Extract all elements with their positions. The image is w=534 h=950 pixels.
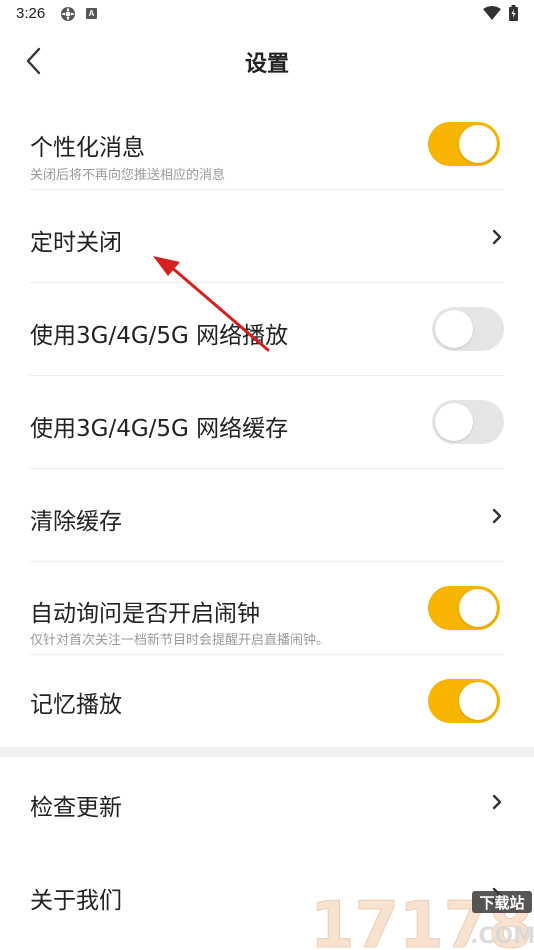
- setting-row-auto-alarm[interactable]: 自动询问是否开启闹钟 仅针对首次关注一档新节目时会提醒开启直播闹钟。: [0, 562, 534, 655]
- setting-label: 个性化消息: [30, 135, 145, 161]
- setting-label: 自动询问是否开启闹钟: [30, 601, 260, 627]
- header: 设置: [0, 30, 534, 94]
- setting-sublabel: 仅针对首次关注一档新节目时会提醒开启直播闹钟。: [30, 633, 330, 648]
- wifi-icon: [483, 6, 501, 20]
- status-bar: 3:26 A: [0, 0, 534, 30]
- battery-icon: [509, 5, 518, 21]
- personalized-message-toggle[interactable]: [428, 122, 500, 166]
- mobile-network-play-toggle[interactable]: [432, 307, 504, 351]
- setting-row-personalized-message[interactable]: 个性化消息 关闭后将不再向您推送相应的消息: [0, 98, 534, 190]
- settings-status-icon: [61, 7, 75, 21]
- setting-row-check-update[interactable]: 检查更新: [0, 757, 534, 850]
- setting-row-resume-playback[interactable]: 记忆播放: [0, 655, 534, 747]
- section-gap: [0, 747, 534, 757]
- svg-text:.COM: .COM: [470, 924, 534, 949]
- setting-sublabel: 关闭后将不再向您推送相应的消息: [30, 168, 226, 183]
- setting-row-clear-cache[interactable]: 清除缓存: [0, 469, 534, 562]
- setting-row-mobile-network-cache[interactable]: 使用3G/4G/5G 网络缓存: [0, 376, 534, 469]
- svg-text:下载站: 下载站: [479, 894, 524, 912]
- setting-row-mobile-network-play[interactable]: 使用3G/4G/5G 网络播放: [0, 283, 534, 376]
- setting-label: 定时关闭: [30, 230, 122, 256]
- setting-label: 关于我们: [30, 888, 122, 914]
- chevron-right-icon: [492, 508, 502, 524]
- setting-label: 使用3G/4G/5G 网络缓存: [30, 416, 289, 442]
- setting-label: 检查更新: [30, 795, 122, 821]
- toggle-knob: [459, 589, 497, 627]
- site-watermark-logo: 17178 下载站 .COM: [310, 889, 534, 950]
- toggle-knob: [435, 310, 473, 348]
- setting-row-timed-close[interactable]: 定时关闭: [0, 190, 534, 283]
- setting-label: 清除缓存: [30, 509, 122, 535]
- toggle-knob: [459, 682, 497, 720]
- setting-label: 记忆播放: [30, 692, 122, 718]
- toggle-knob: [435, 403, 473, 441]
- auto-alarm-toggle[interactable]: [428, 586, 500, 630]
- page-title: 设置: [244, 52, 289, 77]
- setting-label: 使用3G/4G/5G 网络播放: [30, 323, 289, 349]
- chevron-right-icon: [492, 794, 502, 810]
- chevron-right-icon: [492, 229, 502, 245]
- status-time: 3:26: [16, 5, 46, 22]
- resume-playback-toggle[interactable]: [428, 679, 500, 723]
- mobile-network-cache-toggle[interactable]: [432, 400, 504, 444]
- a-status-icon: A: [86, 8, 97, 19]
- settings-screen: 3:26 A 设置 个性化消息 关闭后将不再向您推送相应的消息 定时关闭 使用3…: [0, 0, 534, 950]
- toggle-knob: [459, 125, 497, 163]
